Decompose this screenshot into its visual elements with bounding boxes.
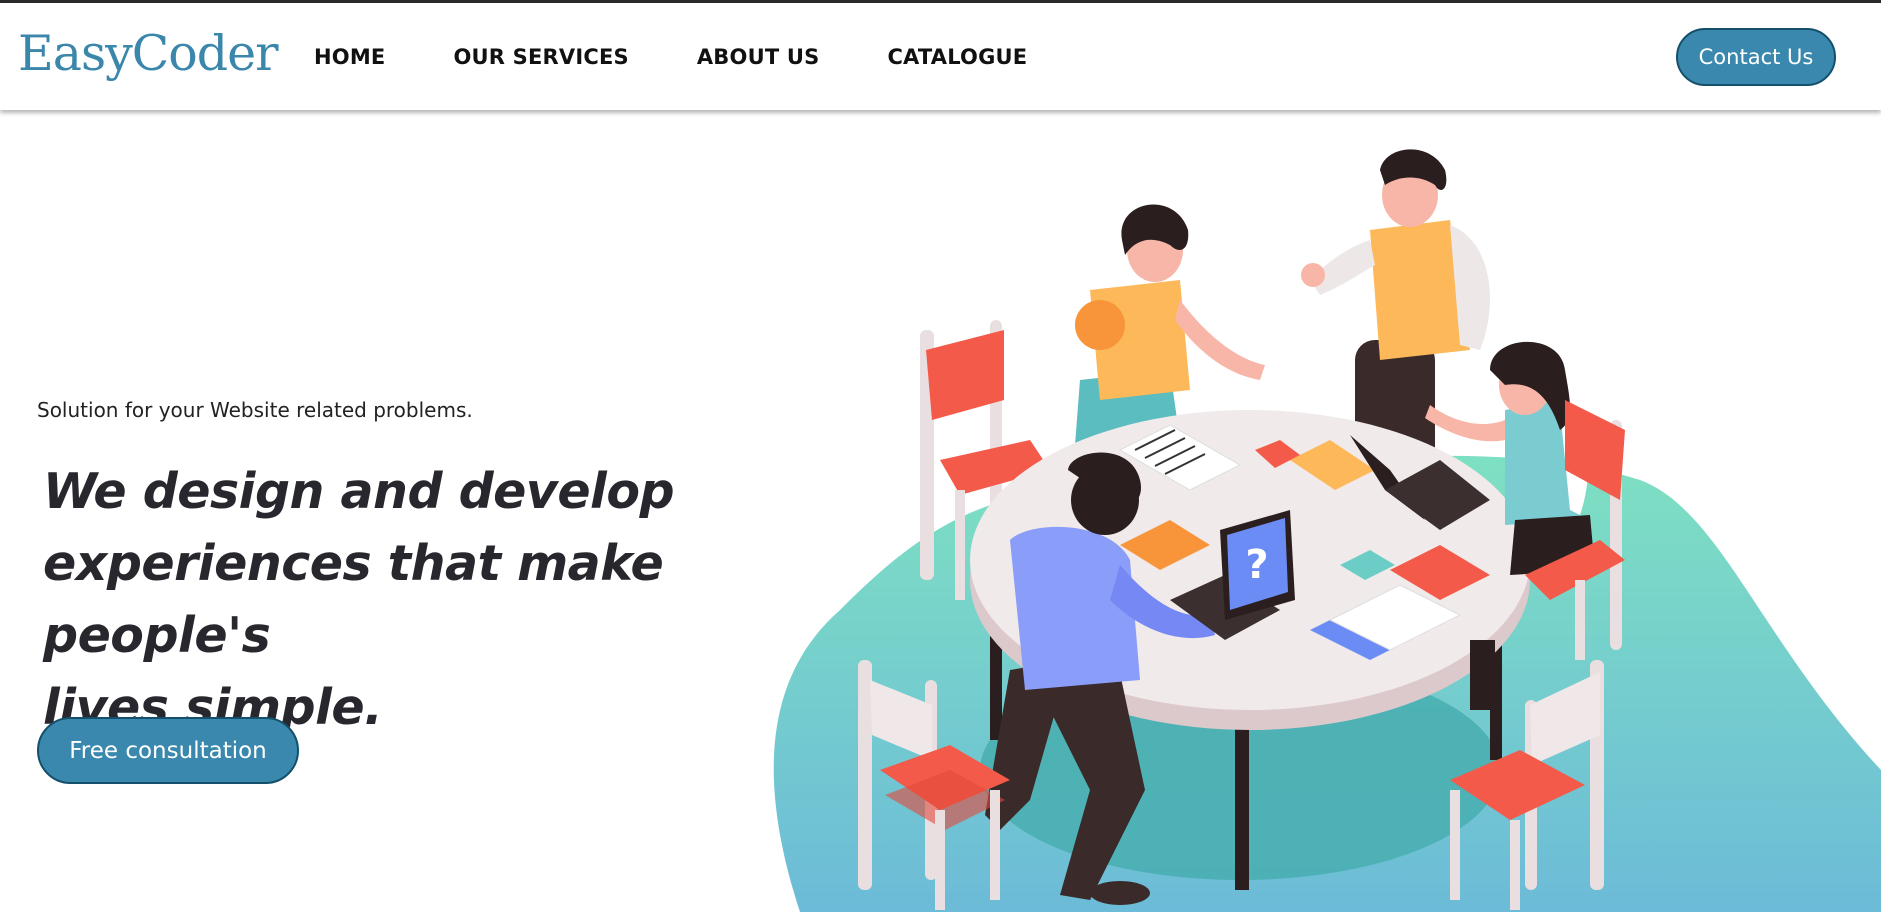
- nav-about-us[interactable]: ABOUT US: [697, 45, 820, 69]
- headline-line-1: We design and develop: [43, 463, 675, 520]
- navbar: EasyCoder HOME OUR SERVICES ABOUT US CAT…: [0, 3, 1881, 110]
- hero-tagline-wrap: Solution for your Website related proble…: [37, 398, 757, 422]
- woman-orange-shirt: [1075, 204, 1265, 445]
- nav-our-services[interactable]: OUR SERVICES: [453, 45, 628, 69]
- question-mark-icon: ?: [1245, 542, 1268, 588]
- hero-tagline: Solution for your Website related proble…: [37, 398, 473, 422]
- main-nav: HOME OUR SERVICES ABOUT US CATALOGUE: [314, 3, 1095, 110]
- headline-line-3-suffix: .: [364, 679, 383, 736]
- nav-catalogue[interactable]: CATALOGUE: [887, 45, 1027, 69]
- free-consultation-button[interactable]: Free consultation: [37, 717, 299, 784]
- headline-line-2: experiences that make people's: [43, 535, 664, 664]
- logo[interactable]: EasyCoder: [18, 25, 279, 82]
- team-meeting-illustration: ?: [773, 149, 1881, 912]
- contact-us-button[interactable]: Contact Us: [1676, 28, 1836, 86]
- hero-headline: We design and develop experiences that m…: [43, 456, 763, 744]
- nav-home[interactable]: HOME: [314, 45, 385, 69]
